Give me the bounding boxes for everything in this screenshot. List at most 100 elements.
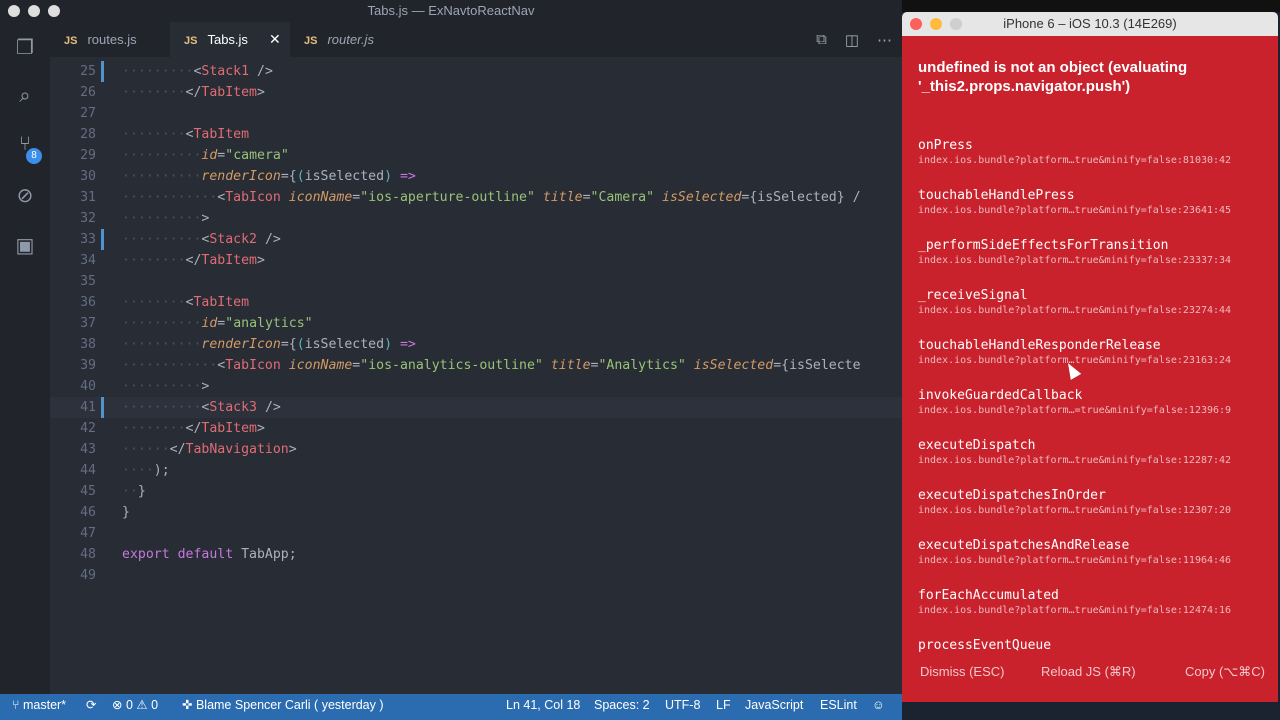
code-line[interactable]: 33 ··········<Stack2 /> (50, 229, 902, 250)
reload-button[interactable]: Reload JS (⌘R) (1041, 664, 1136, 680)
line-number: 47 (80, 526, 96, 541)
line-number: 44 (80, 463, 96, 478)
code-line[interactable]: 37 ··········id="analytics" (50, 313, 902, 334)
code-text: } (122, 502, 130, 523)
code-text: ········</TabItem> (122, 418, 265, 439)
code-token: > (201, 211, 210, 226)
code-text: ··········> (122, 208, 209, 229)
search-icon[interactable]: ⌕ (13, 84, 37, 108)
code-token: title (542, 190, 583, 205)
code-token: ·········· (122, 169, 202, 184)
sync-icon[interactable]: ⟳ (86, 694, 96, 716)
stack-frame[interactable]: executeDispatchesInOrder index.ios.bundle… (918, 488, 1268, 518)
code-line[interactable]: 46} (50, 502, 902, 523)
simulator-zoom-button[interactable] (950, 18, 962, 30)
code-line[interactable]: 42 ········</TabItem> (50, 418, 902, 439)
code-text: ·········<Stack1 /> (122, 61, 273, 82)
code-line[interactable]: 31 ············<TabIcon iconName="ios-ape… (50, 187, 902, 208)
copy-button[interactable]: Copy (⌥⌘C) (1185, 664, 1265, 680)
code-token: ········ (122, 421, 186, 436)
code-token: ={ (280, 337, 297, 352)
stack-frame[interactable]: forEachAccumulated index.ios.bundle?platf… (918, 588, 1268, 618)
line-number: 30 (80, 169, 96, 184)
indentation[interactable]: Spaces: 2 (594, 694, 650, 716)
git-blame[interactable]: ✜ Blame Spencer Carli ( yesterday ) (182, 694, 384, 716)
minimize-window-button[interactable] (28, 5, 40, 17)
code-line[interactable]: 28 ········<TabItem (50, 124, 902, 145)
code-line[interactable]: 44 ····); (50, 460, 902, 481)
code-line[interactable]: 41 ··········<Stack3 /> (50, 397, 902, 418)
code-token: </ (185, 85, 202, 100)
code-line[interactable]: 27 (50, 103, 902, 124)
stack-frame[interactable]: executeDispatchesAndRelease index.ios.bun… (918, 538, 1268, 568)
code-token: ·········· (122, 232, 202, 247)
code-line[interactable]: 34 ········</TabItem> (50, 250, 902, 271)
close-tab-icon[interactable]: ✕ (269, 22, 281, 57)
code-line[interactable]: 29 ··········id="camera" (50, 145, 902, 166)
stack-frame[interactable]: _performSideEffectsForTransition index.io… (918, 238, 1268, 268)
split-editor-icon[interactable]: ◫ (845, 31, 859, 49)
open-changes-icon[interactable]: ⧉ (816, 31, 827, 48)
code-token: /> (257, 400, 281, 415)
tab-router[interactable]: JS router.js (290, 22, 410, 57)
code-line[interactable]: 39 ············<TabIcon iconName="ios-ana… (50, 355, 902, 376)
stack-frame[interactable]: touchableHandlePress index.ios.bundle?pla… (918, 188, 1268, 218)
code-token: ········ (122, 127, 186, 142)
code-line[interactable]: 35 (50, 271, 902, 292)
stack-frame[interactable]: onPress index.ios.bundle?platform…true&mi… (918, 138, 1268, 168)
end-of-line[interactable]: LF (716, 694, 731, 716)
code-line[interactable]: 36 ········<TabItem (50, 292, 902, 313)
code-line[interactable]: 43 ······</TabNavigation> (50, 439, 902, 460)
code-line[interactable]: 25 ·········<Stack1 /> (50, 61, 902, 82)
code-text: ··········renderIcon={(isSelected) => (122, 334, 416, 355)
extensions-icon[interactable]: ▣ (13, 234, 37, 258)
line-number: 36 (80, 295, 96, 310)
code-text: ··} (122, 481, 146, 502)
debug-icon[interactable]: ⊘ (13, 184, 37, 208)
code-line[interactable]: 47 (50, 523, 902, 544)
code-line[interactable]: 48 export default TabApp; (50, 544, 902, 565)
line-number: 41 (80, 400, 96, 415)
tab-routes[interactable]: JS routes.js (50, 22, 170, 57)
linter[interactable]: ESLint (820, 694, 857, 716)
code-line[interactable]: 32 ··········> (50, 208, 902, 229)
dismiss-button[interactable]: Dismiss (ESC) (920, 664, 1005, 679)
simulator-close-button[interactable] (910, 18, 922, 30)
code-token: id (201, 148, 218, 163)
simulator-minimize-button[interactable] (930, 18, 942, 30)
code-token: TabApp; (233, 547, 297, 562)
stack-frame[interactable]: processEventQueue (918, 638, 1268, 654)
stack-frame[interactable]: invokeGuardedCallback index.ios.bundle?pl… (918, 388, 1268, 418)
encoding[interactable]: UTF-8 (665, 694, 700, 716)
code-token: isSelected (304, 337, 385, 352)
code-line[interactable]: 40 ··········> (50, 376, 902, 397)
cursor-position[interactable]: Ln 41, Col 18 (506, 694, 580, 716)
window-title: Tabs.js — ExNavtoReactNav (367, 3, 535, 18)
code-token: TabItem (201, 253, 257, 268)
frame-function: executeDispatchesInOrder (918, 488, 1106, 503)
close-window-button[interactable] (8, 5, 20, 17)
stack-frame[interactable]: _receiveSignal index.ios.bundle?platform…… (918, 288, 1268, 318)
code-text: ··········id="analytics" (122, 313, 313, 334)
code-token: TabItem (193, 295, 250, 310)
code-line[interactable]: 38 ··········renderIcon={(isSelected) => (50, 334, 902, 355)
more-actions-icon[interactable]: ⋯ (877, 31, 892, 49)
branch-indicator[interactable]: ⑂ master* (12, 694, 66, 716)
problems-indicator[interactable]: ⊗ 0 ⚠ 0 (112, 694, 158, 716)
code-token: </ (185, 421, 202, 436)
language-mode[interactable]: JavaScript (745, 694, 803, 716)
code-token: ············ (122, 190, 218, 205)
code-line[interactable]: 30 ··········renderIcon={(isSelected) => (50, 166, 902, 187)
stack-frame[interactable]: touchableHandleResponderRelease index.ios… (918, 338, 1268, 368)
code-line[interactable]: 26 ········</TabItem> (50, 82, 902, 103)
code-editor[interactable]: 25 ·········<Stack1 /> 26 ········</TabItem… (50, 57, 942, 694)
code-line[interactable]: 49 (50, 565, 902, 586)
code-line[interactable]: 45 ··} (50, 481, 902, 502)
explorer-icon[interactable]: ❐ (13, 36, 37, 60)
stack-frame[interactable]: executeDispatch index.ios.bundle?platform… (918, 438, 1268, 468)
line-number: 28 (80, 127, 96, 142)
maximize-window-button[interactable] (48, 5, 60, 17)
code-text: ··········<Stack2 /> (122, 229, 281, 250)
feedback-icon[interactable]: ☺ (872, 694, 885, 716)
